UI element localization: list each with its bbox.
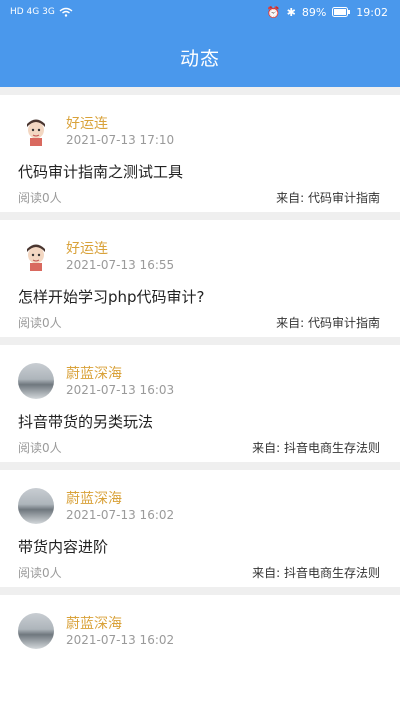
post-time: 2021-07-13 16:02	[66, 633, 175, 647]
clock: 19:02	[356, 5, 388, 19]
alarm-icon: ⏰	[266, 5, 281, 19]
avatar[interactable]	[18, 113, 54, 149]
post-source[interactable]: 来自: 代码审计指南	[276, 314, 380, 331]
app-header: HD 4G 3G ⏰ ✱ 89% 19:02 动态	[0, 0, 400, 87]
post-title[interactable]: 怎样开始学习php代码审计?	[18, 286, 205, 307]
author-name[interactable]: 蔚蓝深海	[66, 488, 122, 508]
feed-card[interactable]: 蔚蓝深海 2021-07-13 16:02 带货内容进阶 阅读0人 来自: 抖音…	[0, 470, 400, 587]
wifi-icon	[59, 7, 73, 17]
post-title[interactable]: 代码审计指南之测试工具	[18, 161, 183, 182]
read-count: 阅读0人	[18, 441, 62, 455]
author-name[interactable]: 好运连	[66, 238, 108, 258]
status-bar: HD 4G 3G ⏰ ✱ 89% 19:02	[0, 0, 400, 24]
post-source[interactable]: 来自: 代码审计指南	[276, 189, 380, 206]
bluetooth-icon: ✱	[286, 5, 296, 19]
post-time: 2021-07-13 16:02	[66, 508, 175, 522]
feed-card[interactable]: 好运连 2021-07-13 17:10 代码审计指南之测试工具 阅读0人 来自…	[0, 95, 400, 212]
page-title: 动态	[179, 48, 220, 70]
avatar[interactable]	[18, 613, 54, 649]
post-source[interactable]: 来自: 抖音电商生存法则	[252, 564, 380, 581]
feed-card[interactable]: 蔚蓝深海 2021-07-13 16:03 抖音带货的另类玩法 阅读0人 来自:…	[0, 345, 400, 462]
post-time: 2021-07-13 16:55	[66, 258, 175, 272]
author-name[interactable]: 好运连	[66, 113, 108, 133]
read-count: 阅读0人	[18, 191, 62, 205]
cartoon-avatar-icon	[18, 238, 54, 274]
avatar[interactable]	[18, 488, 54, 524]
feed-card[interactable]: 好运连 2021-07-13 16:55 怎样开始学习php代码审计? 阅读0人…	[0, 220, 400, 337]
battery-icon	[332, 7, 351, 17]
feed-list[interactable]: 好运连 2021-07-13 17:10 代码审计指南之测试工具 阅读0人 来自…	[0, 87, 400, 712]
network-indicators: HD 4G 3G	[10, 7, 55, 17]
post-source[interactable]: 来自: 抖音电商生存法则	[252, 439, 380, 456]
read-count: 阅读0人	[18, 316, 62, 330]
author-name[interactable]: 蔚蓝深海	[66, 613, 122, 633]
post-title[interactable]: 带货内容进阶	[18, 536, 108, 557]
avatar[interactable]	[18, 238, 54, 274]
post-time: 2021-07-13 16:03	[66, 383, 175, 397]
status-left: HD 4G 3G	[10, 7, 73, 17]
battery-percent: 89%	[301, 5, 327, 19]
cartoon-avatar-icon	[18, 113, 54, 149]
post-time: 2021-07-13 17:10	[66, 133, 175, 147]
status-right: ⏰ ✱ 89% 19:02	[267, 6, 388, 19]
avatar[interactable]	[18, 363, 54, 399]
post-title[interactable]: 抖音带货的另类玩法	[18, 411, 153, 432]
read-count: 阅读0人	[18, 566, 62, 580]
feed-card[interactable]: 蔚蓝深海 2021-07-13 16:02	[0, 595, 400, 712]
author-name[interactable]: 蔚蓝深海	[66, 363, 122, 383]
